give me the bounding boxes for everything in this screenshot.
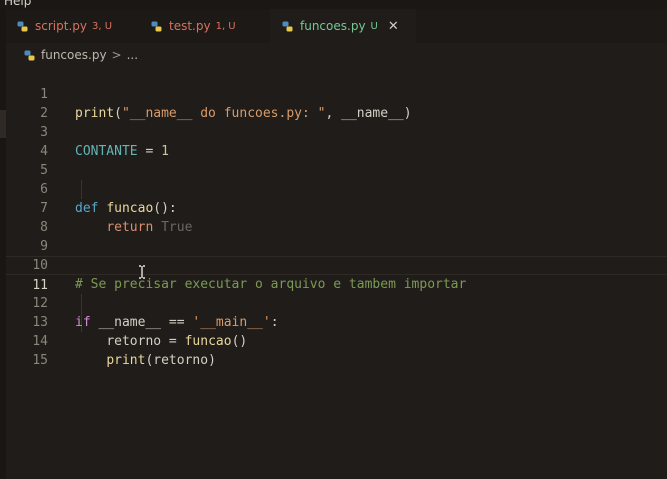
code-line[interactable]: 2 bbox=[6, 85, 667, 121]
code-line[interactable]: 12 if __name__ == '__main__': bbox=[6, 275, 667, 330]
menu-bar: Help bbox=[0, 0, 667, 9]
tab-label: funcoes.py bbox=[300, 19, 366, 33]
chevron-right-icon: > bbox=[111, 48, 122, 62]
code-line[interactable]: 1 print("__name__ do funcoes.py: ", __na… bbox=[6, 66, 667, 121]
code-line[interactable]: 6 def funcao(): bbox=[6, 161, 667, 216]
tab-status-badge: 1, U bbox=[215, 20, 236, 32]
tab-status-badge: U bbox=[370, 20, 378, 32]
code-line[interactable]: 5 bbox=[6, 142, 667, 178]
menu-item-help[interactable]: Help bbox=[4, 0, 31, 8]
python-icon bbox=[17, 21, 28, 32]
code-line[interactable]: 9 bbox=[6, 218, 667, 254]
code-editor[interactable]: 1 print("__name__ do funcoes.py: ", __na… bbox=[6, 66, 667, 479]
tab-status-badge: 3, U bbox=[91, 20, 113, 32]
code-line[interactable]: 8 bbox=[6, 199, 667, 235]
breadcrumb-symbol[interactable]: ... bbox=[127, 48, 138, 62]
code-line[interactable]: 10 # Se precisar executar o arquivo e ta… bbox=[6, 237, 667, 292]
python-icon bbox=[24, 50, 35, 61]
breadcrumb-file[interactable]: funcoes.py bbox=[41, 48, 107, 62]
breadcrumb: funcoes.py > ... bbox=[24, 47, 138, 63]
code-line-current[interactable]: 11 bbox=[6, 256, 667, 293]
python-icon bbox=[282, 21, 293, 32]
code-line[interactable]: 13 retorno = funcao() bbox=[6, 294, 667, 349]
tab-funcoes-py[interactable]: funcoes.py U ✕ bbox=[270, 9, 416, 43]
tab-bar: script.py 3, U test.py 1, U funcoes.py U… bbox=[6, 9, 667, 43]
code-line[interactable]: 15 bbox=[6, 332, 667, 368]
code-token: print bbox=[106, 353, 146, 368]
code-token: retorno bbox=[153, 353, 209, 368]
tab-label: script.py bbox=[35, 19, 87, 33]
text-cursor-icon bbox=[138, 264, 146, 279]
tab-test-py[interactable]: test.py 1, U bbox=[151, 9, 269, 43]
code-line[interactable]: 3 CONTANTE = 1 bbox=[6, 104, 667, 159]
code-line[interactable]: 14 print(retorno) bbox=[6, 313, 667, 368]
python-icon bbox=[151, 21, 162, 32]
code-token: ) bbox=[208, 353, 216, 368]
code-line[interactable]: 4 bbox=[6, 123, 667, 159]
tab-label: test.py bbox=[169, 19, 211, 33]
code-line[interactable]: 7 return True bbox=[6, 180, 667, 235]
line-number: 15 bbox=[32, 353, 48, 368]
close-icon[interactable]: ✕ bbox=[388, 19, 399, 34]
tab-script-py[interactable]: script.py 3, U bbox=[17, 9, 143, 43]
